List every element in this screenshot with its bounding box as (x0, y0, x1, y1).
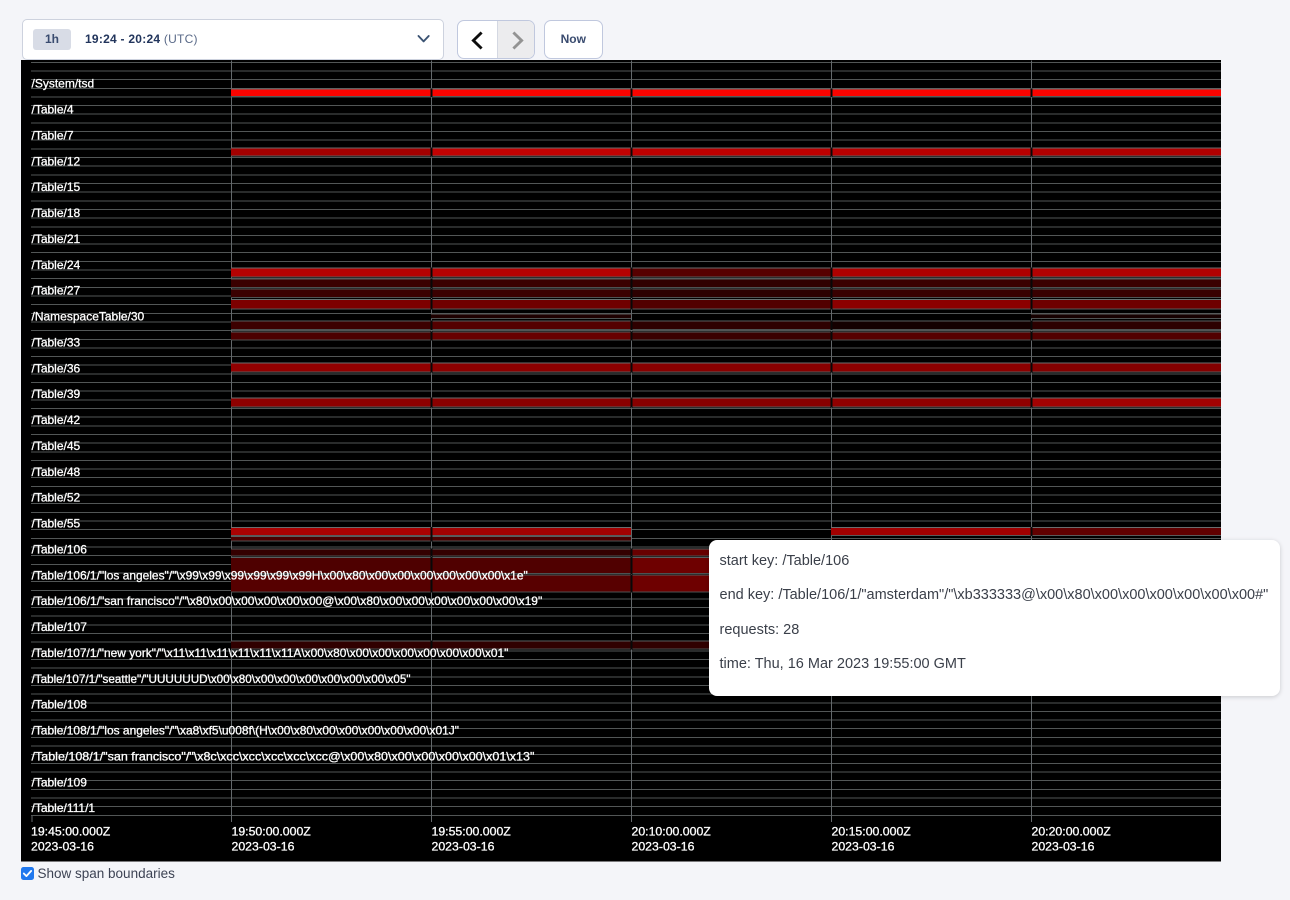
svg-text:/Table/48: /Table/48 (32, 465, 81, 479)
svg-text:2023-03-16: 2023-03-16 (632, 839, 695, 853)
svg-text:/Table/55: /Table/55 (32, 517, 81, 531)
svg-text:/Table/45: /Table/45 (32, 439, 81, 453)
svg-text:/Table/106/1/"los angeles"/"\x: /Table/106/1/"los angeles"/"\x99\x99\x99… (32, 568, 528, 582)
svg-text:19:55:00.000Z: 19:55:00.000Z (432, 825, 512, 839)
svg-text:/Table/4: /Table/4 (32, 103, 74, 117)
svg-text:20:10:00.000Z: 20:10:00.000Z (632, 825, 712, 839)
svg-text:20:20:00.000Z: 20:20:00.000Z (1032, 825, 1112, 839)
svg-text:/System/tsd: /System/tsd (32, 77, 95, 91)
svg-text:/Table/107: /Table/107 (32, 620, 88, 634)
svg-text:2023-03-16: 2023-03-16 (1032, 839, 1095, 853)
svg-text:2023-03-16: 2023-03-16 (31, 839, 94, 853)
svg-text:19:50:00.000Z: 19:50:00.000Z (232, 825, 312, 839)
svg-text:/Table/52: /Table/52 (32, 491, 81, 505)
svg-text:/Table/42: /Table/42 (32, 413, 81, 427)
svg-text:19:45:00.000Z: 19:45:00.000Z (31, 825, 111, 839)
svg-text:/Table/106/1/"san francisco"/": /Table/106/1/"san francisco"/"\x80\x00\x… (32, 594, 543, 608)
svg-text:/Table/18: /Table/18 (32, 206, 81, 220)
svg-text:/Table/111/1: /Table/111/1 (32, 801, 96, 815)
svg-text:/Table/106: /Table/106 (32, 542, 88, 556)
svg-text:/Table/36: /Table/36 (32, 361, 81, 375)
svg-text:/Table/109: /Table/109 (32, 775, 88, 789)
svg-text:2023-03-16: 2023-03-16 (432, 839, 495, 853)
svg-text:20:15:00.000Z: 20:15:00.000Z (832, 825, 912, 839)
svg-text:/Table/21: /Table/21 (32, 232, 81, 246)
svg-text:/Table/33: /Table/33 (32, 335, 81, 349)
svg-text:/Table/108: /Table/108 (32, 698, 88, 712)
svg-text:/NamespaceTable/30: /NamespaceTable/30 (32, 310, 145, 324)
svg-text:2023-03-16: 2023-03-16 (232, 839, 295, 853)
svg-text:2023-03-16: 2023-03-16 (832, 839, 895, 853)
svg-text:/Table/107/1/"seattle"/"UUUUUU: /Table/107/1/"seattle"/"UUUUUUD\x00\x80\… (32, 672, 411, 686)
svg-text:/Table/107/1/"new york"/"\x11\: /Table/107/1/"new york"/"\x11\x11\x11\x1… (32, 646, 509, 660)
svg-text:/Table/27: /Table/27 (32, 284, 81, 298)
svg-text:/Table/108/1/"los angeles"/"\x: /Table/108/1/"los angeles"/"\xa8\xf5\u00… (32, 724, 460, 738)
svg-text:/Table/39: /Table/39 (32, 387, 81, 401)
svg-text:/Table/12: /Table/12 (32, 154, 81, 168)
svg-text:/Table/108/1/"san francisco"/": /Table/108/1/"san francisco"/"\x8c\xcc\x… (32, 749, 535, 763)
svg-text:/Table/24: /Table/24 (32, 258, 81, 272)
svg-text:/Table/15: /Table/15 (32, 180, 81, 194)
svg-text:/Table/7: /Table/7 (32, 128, 74, 142)
